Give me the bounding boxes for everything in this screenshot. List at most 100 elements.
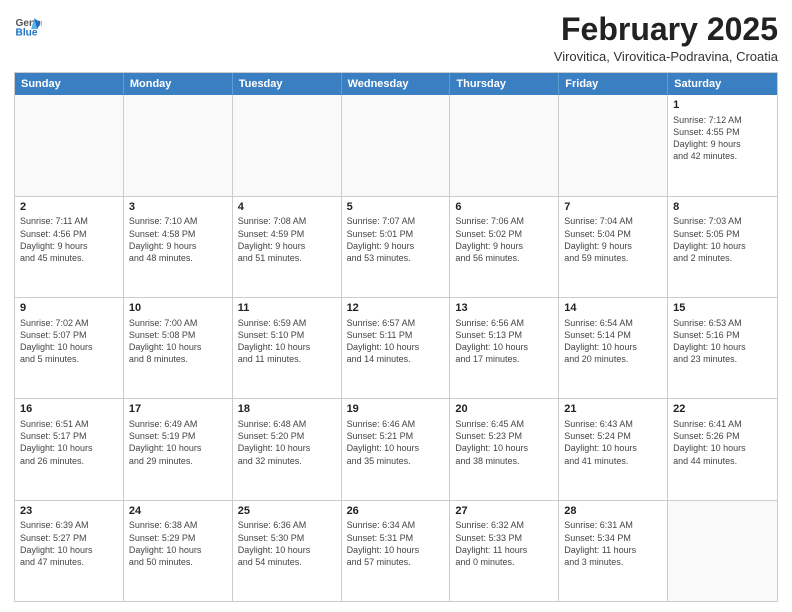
day-info: Sunrise: 6:59 AM Sunset: 5:10 PM Dayligh… — [238, 317, 336, 366]
day-number: 8 — [673, 200, 772, 215]
day-number: 13 — [455, 301, 553, 316]
calendar-cell-1-7: 1Sunrise: 7:12 AM Sunset: 4:55 PM Daylig… — [668, 95, 777, 195]
calendar-header: Sunday Monday Tuesday Wednesday Thursday… — [15, 73, 777, 95]
day-number: 18 — [238, 402, 336, 417]
calendar-cell-1-4 — [342, 95, 451, 195]
day-number: 17 — [129, 402, 227, 417]
calendar-body: 1Sunrise: 7:12 AM Sunset: 4:55 PM Daylig… — [15, 95, 777, 601]
day-number: 14 — [564, 301, 662, 316]
day-number: 4 — [238, 200, 336, 215]
day-number: 7 — [564, 200, 662, 215]
day-number: 1 — [673, 98, 772, 113]
calendar-cell-5-3: 25Sunrise: 6:36 AM Sunset: 5:30 PM Dayli… — [233, 501, 342, 601]
calendar-cell-4-6: 21Sunrise: 6:43 AM Sunset: 5:24 PM Dayli… — [559, 399, 668, 499]
day-number: 6 — [455, 200, 553, 215]
header-tuesday: Tuesday — [233, 73, 342, 95]
day-number: 3 — [129, 200, 227, 215]
calendar-cell-3-1: 9Sunrise: 7:02 AM Sunset: 5:07 PM Daylig… — [15, 298, 124, 398]
calendar-cell-2-2: 3Sunrise: 7:10 AM Sunset: 4:58 PM Daylig… — [124, 197, 233, 297]
calendar-cell-3-7: 15Sunrise: 6:53 AM Sunset: 5:16 PM Dayli… — [668, 298, 777, 398]
calendar-cell-3-4: 12Sunrise: 6:57 AM Sunset: 5:11 PM Dayli… — [342, 298, 451, 398]
day-number: 10 — [129, 301, 227, 316]
header-thursday: Thursday — [450, 73, 559, 95]
calendar-cell-3-3: 11Sunrise: 6:59 AM Sunset: 5:10 PM Dayli… — [233, 298, 342, 398]
day-info: Sunrise: 6:32 AM Sunset: 5:33 PM Dayligh… — [455, 519, 553, 568]
day-number: 20 — [455, 402, 553, 417]
header-monday: Monday — [124, 73, 233, 95]
day-number: 27 — [455, 504, 553, 519]
day-info: Sunrise: 6:43 AM Sunset: 5:24 PM Dayligh… — [564, 418, 662, 467]
day-number: 22 — [673, 402, 772, 417]
calendar-cell-3-6: 14Sunrise: 6:54 AM Sunset: 5:14 PM Dayli… — [559, 298, 668, 398]
calendar-cell-1-2 — [124, 95, 233, 195]
calendar-cell-3-5: 13Sunrise: 6:56 AM Sunset: 5:13 PM Dayli… — [450, 298, 559, 398]
calendar-cell-1-3 — [233, 95, 342, 195]
header: General Blue February 2025 Virovitica, V… — [14, 12, 778, 64]
calendar-cell-4-7: 22Sunrise: 6:41 AM Sunset: 5:26 PM Dayli… — [668, 399, 777, 499]
logo: General Blue — [14, 12, 42, 40]
day-info: Sunrise: 6:46 AM Sunset: 5:21 PM Dayligh… — [347, 418, 445, 467]
day-number: 15 — [673, 301, 772, 316]
calendar-row-1: 1Sunrise: 7:12 AM Sunset: 4:55 PM Daylig… — [15, 95, 777, 195]
calendar-cell-4-1: 16Sunrise: 6:51 AM Sunset: 5:17 PM Dayli… — [15, 399, 124, 499]
day-info: Sunrise: 7:07 AM Sunset: 5:01 PM Dayligh… — [347, 215, 445, 264]
calendar-cell-5-6: 28Sunrise: 6:31 AM Sunset: 5:34 PM Dayli… — [559, 501, 668, 601]
day-info: Sunrise: 6:57 AM Sunset: 5:11 PM Dayligh… — [347, 317, 445, 366]
day-number: 24 — [129, 504, 227, 519]
calendar-cell-5-7 — [668, 501, 777, 601]
day-info: Sunrise: 7:00 AM Sunset: 5:08 PM Dayligh… — [129, 317, 227, 366]
calendar-cell-2-3: 4Sunrise: 7:08 AM Sunset: 4:59 PM Daylig… — [233, 197, 342, 297]
day-info: Sunrise: 6:34 AM Sunset: 5:31 PM Dayligh… — [347, 519, 445, 568]
logo-icon: General Blue — [14, 12, 42, 40]
day-number: 11 — [238, 301, 336, 316]
calendar-row-3: 9Sunrise: 7:02 AM Sunset: 5:07 PM Daylig… — [15, 297, 777, 398]
calendar-cell-5-2: 24Sunrise: 6:38 AM Sunset: 5:29 PM Dayli… — [124, 501, 233, 601]
day-number: 25 — [238, 504, 336, 519]
calendar-cell-2-1: 2Sunrise: 7:11 AM Sunset: 4:56 PM Daylig… — [15, 197, 124, 297]
page: General Blue February 2025 Virovitica, V… — [0, 0, 792, 612]
day-number: 28 — [564, 504, 662, 519]
day-info: Sunrise: 7:12 AM Sunset: 4:55 PM Dayligh… — [673, 114, 772, 163]
day-info: Sunrise: 7:08 AM Sunset: 4:59 PM Dayligh… — [238, 215, 336, 264]
day-info: Sunrise: 7:02 AM Sunset: 5:07 PM Dayligh… — [20, 317, 118, 366]
calendar-cell-1-5 — [450, 95, 559, 195]
day-info: Sunrise: 7:04 AM Sunset: 5:04 PM Dayligh… — [564, 215, 662, 264]
day-number: 5 — [347, 200, 445, 215]
calendar-cell-4-5: 20Sunrise: 6:45 AM Sunset: 5:23 PM Dayli… — [450, 399, 559, 499]
day-number: 21 — [564, 402, 662, 417]
day-info: Sunrise: 6:48 AM Sunset: 5:20 PM Dayligh… — [238, 418, 336, 467]
header-saturday: Saturday — [668, 73, 777, 95]
calendar-cell-4-3: 18Sunrise: 6:48 AM Sunset: 5:20 PM Dayli… — [233, 399, 342, 499]
calendar-cell-5-1: 23Sunrise: 6:39 AM Sunset: 5:27 PM Dayli… — [15, 501, 124, 601]
day-info: Sunrise: 7:11 AM Sunset: 4:56 PM Dayligh… — [20, 215, 118, 264]
calendar-row-2: 2Sunrise: 7:11 AM Sunset: 4:56 PM Daylig… — [15, 196, 777, 297]
day-number: 19 — [347, 402, 445, 417]
calendar-row-5: 23Sunrise: 6:39 AM Sunset: 5:27 PM Dayli… — [15, 500, 777, 601]
day-number: 23 — [20, 504, 118, 519]
calendar-cell-4-4: 19Sunrise: 6:46 AM Sunset: 5:21 PM Dayli… — [342, 399, 451, 499]
day-number: 16 — [20, 402, 118, 417]
calendar-cell-1-1 — [15, 95, 124, 195]
day-info: Sunrise: 6:45 AM Sunset: 5:23 PM Dayligh… — [455, 418, 553, 467]
day-info: Sunrise: 6:39 AM Sunset: 5:27 PM Dayligh… — [20, 519, 118, 568]
calendar-cell-3-2: 10Sunrise: 7:00 AM Sunset: 5:08 PM Dayli… — [124, 298, 233, 398]
header-friday: Friday — [559, 73, 668, 95]
day-info: Sunrise: 6:56 AM Sunset: 5:13 PM Dayligh… — [455, 317, 553, 366]
day-info: Sunrise: 6:51 AM Sunset: 5:17 PM Dayligh… — [20, 418, 118, 467]
day-info: Sunrise: 6:41 AM Sunset: 5:26 PM Dayligh… — [673, 418, 772, 467]
calendar-cell-2-4: 5Sunrise: 7:07 AM Sunset: 5:01 PM Daylig… — [342, 197, 451, 297]
header-sunday: Sunday — [15, 73, 124, 95]
calendar: Sunday Monday Tuesday Wednesday Thursday… — [14, 72, 778, 602]
calendar-cell-2-5: 6Sunrise: 7:06 AM Sunset: 5:02 PM Daylig… — [450, 197, 559, 297]
day-info: Sunrise: 6:38 AM Sunset: 5:29 PM Dayligh… — [129, 519, 227, 568]
header-wednesday: Wednesday — [342, 73, 451, 95]
calendar-row-4: 16Sunrise: 6:51 AM Sunset: 5:17 PM Dayli… — [15, 398, 777, 499]
calendar-cell-1-6 — [559, 95, 668, 195]
day-info: Sunrise: 7:03 AM Sunset: 5:05 PM Dayligh… — [673, 215, 772, 264]
calendar-cell-2-6: 7Sunrise: 7:04 AM Sunset: 5:04 PM Daylig… — [559, 197, 668, 297]
day-number: 2 — [20, 200, 118, 215]
day-info: Sunrise: 7:06 AM Sunset: 5:02 PM Dayligh… — [455, 215, 553, 264]
day-info: Sunrise: 6:31 AM Sunset: 5:34 PM Dayligh… — [564, 519, 662, 568]
calendar-cell-5-4: 26Sunrise: 6:34 AM Sunset: 5:31 PM Dayli… — [342, 501, 451, 601]
day-info: Sunrise: 7:10 AM Sunset: 4:58 PM Dayligh… — [129, 215, 227, 264]
